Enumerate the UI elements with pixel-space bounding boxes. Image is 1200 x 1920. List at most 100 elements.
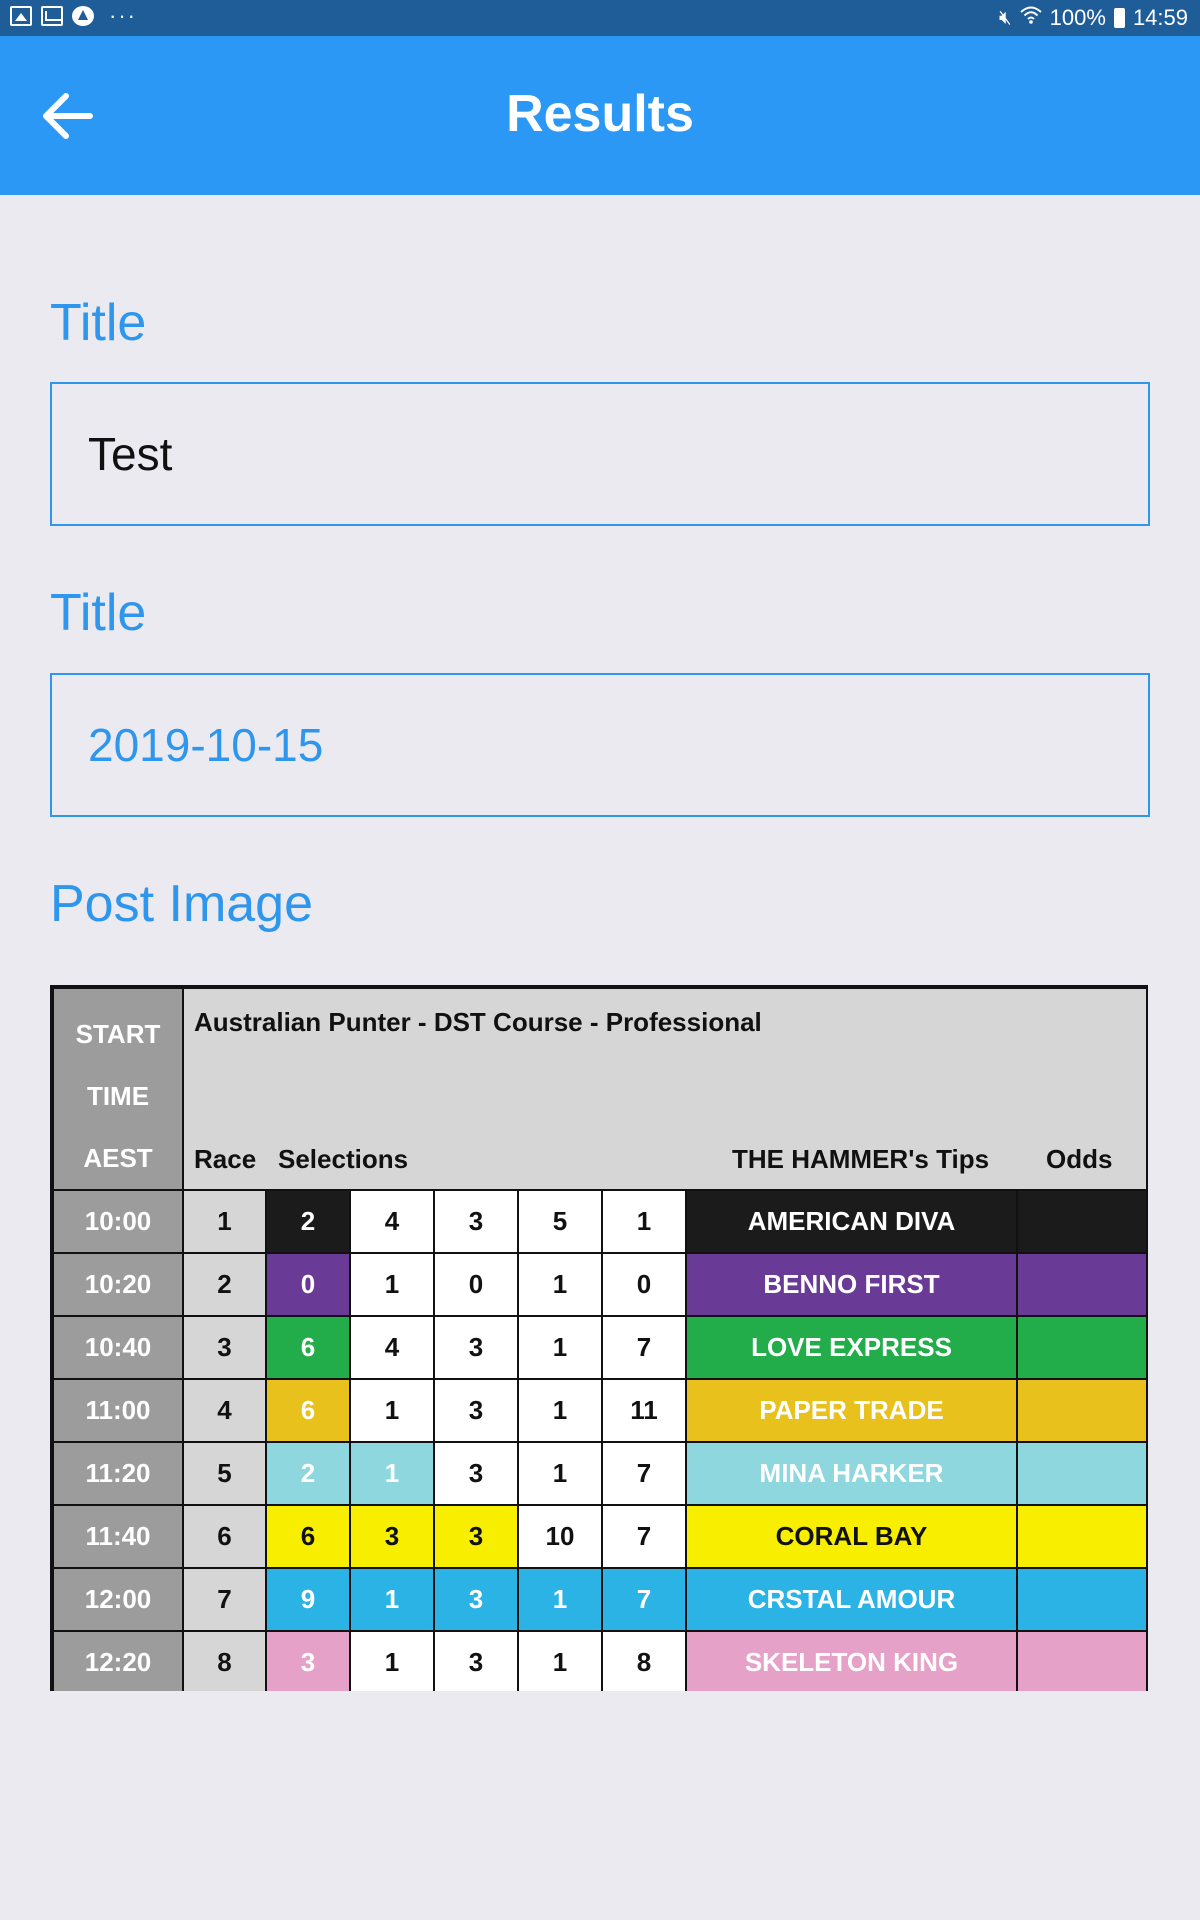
selection-cell: 1	[349, 1441, 435, 1506]
table-row: 12:00 7 9 1 3 1 7 CRSTAL AMOUR	[52, 1567, 1146, 1632]
odds-header: Odds	[1046, 1144, 1113, 1174]
tip-cell: BENNO FIRST	[685, 1252, 1018, 1317]
selection-cell: 4	[349, 1315, 435, 1380]
selection-cell: 3	[433, 1315, 519, 1380]
selection-cell: 6	[265, 1315, 351, 1380]
header-main: Australian Punter - DST Course - Profess…	[182, 987, 1146, 1191]
table-title: Australian Punter - DST Course - Profess…	[194, 1007, 762, 1037]
header-start: START	[75, 1019, 161, 1049]
race-cell: 8	[182, 1630, 267, 1691]
selection-cell: 1	[517, 1315, 603, 1380]
odds-cell	[1016, 1630, 1146, 1691]
selection-cell: 9	[265, 1567, 351, 1632]
header-time: TIME	[86, 1081, 150, 1111]
odds-cell	[1016, 1252, 1146, 1317]
selection-cell: 1	[349, 1630, 435, 1691]
selection-cell: 1	[349, 1567, 435, 1632]
battery-percent: 100%	[1049, 5, 1106, 30]
app-icon	[72, 6, 94, 26]
selection-cell: 1	[349, 1252, 435, 1317]
post-image[interactable]: START TIME AEST Australian Punter - DST …	[50, 985, 1148, 1691]
odds-cell	[1016, 1441, 1146, 1506]
race-cell: 4	[182, 1378, 267, 1443]
selection-cell: 7	[601, 1504, 687, 1569]
wifi-icon	[1019, 6, 1042, 30]
start-time-cell: 10:00	[52, 1189, 184, 1254]
selection-cell: 3	[433, 1504, 519, 1569]
table-row: 12:20 8 3 1 3 1 8 SKELETON KING	[52, 1630, 1146, 1691]
date-field-label: Title	[50, 584, 147, 642]
selection-cell: 6	[265, 1378, 351, 1443]
table-row: 11:40 6 6 3 3 10 7 CORAL BAY	[52, 1504, 1146, 1569]
title-field[interactable]: Test	[50, 382, 1150, 526]
selection-cell: 4	[349, 1189, 435, 1254]
start-time-cell: 10:20	[52, 1252, 184, 1317]
selection-cell: 1	[517, 1630, 603, 1691]
selection-cell: 1	[349, 1378, 435, 1443]
odds-cell	[1016, 1504, 1146, 1569]
selection-cell: 1	[517, 1252, 603, 1317]
table-row: 10:00 1 2 4 3 5 1 AMERICAN DIVA	[52, 1189, 1146, 1254]
race-cell: 1	[182, 1189, 267, 1254]
race-cell: 5	[182, 1441, 267, 1506]
selection-cell: 1	[517, 1441, 603, 1506]
mute-icon: 🔇︎	[999, 6, 1012, 29]
tip-cell: AMERICAN DIVA	[685, 1189, 1018, 1254]
selection-cell: 1	[517, 1378, 603, 1443]
more-notifications-icon: ···	[109, 3, 137, 28]
table-header-row: START TIME AEST Australian Punter - DST …	[52, 987, 1146, 1191]
clock: 14:59	[1132, 5, 1188, 30]
selection-cell: 3	[265, 1630, 351, 1691]
tips-header: THE HAMMER's Tips	[732, 1144, 990, 1174]
selection-cell: 3	[349, 1504, 435, 1569]
tip-cell: LOVE EXPRESS	[685, 1315, 1018, 1380]
selection-cell: 7	[601, 1315, 687, 1380]
start-time-cell: 11:40	[52, 1504, 184, 1569]
selection-cell: 6	[265, 1504, 351, 1569]
start-time-header: START TIME AEST	[52, 987, 184, 1191]
table-row: 10:40 3 6 4 3 1 7 LOVE EXPRESS	[52, 1315, 1146, 1380]
selection-cell: 3	[433, 1630, 519, 1691]
start-time-cell: 11:20	[52, 1441, 184, 1506]
selection-cell: 8	[601, 1630, 687, 1691]
start-time-cell: 10:40	[52, 1315, 184, 1380]
tip-cell: SKELETON KING	[685, 1630, 1018, 1691]
table-row: 11:00 4 6 1 3 1 11 PAPER TRADE	[52, 1378, 1146, 1443]
post-image-label: Post Image	[50, 875, 314, 933]
selection-cell: 2	[265, 1189, 351, 1254]
selection-cell: 3	[433, 1441, 519, 1506]
race-cell: 7	[182, 1567, 267, 1632]
table-row: 10:20 2 0 1 0 1 0 BENNO FIRST	[52, 1252, 1146, 1317]
mail-icon	[41, 6, 63, 26]
selection-cell: 1	[517, 1567, 603, 1632]
selection-cell: 11	[601, 1378, 687, 1443]
app-bar: Results	[0, 36, 1200, 195]
page-title: Results	[506, 85, 694, 143]
odds-cell	[1016, 1567, 1146, 1632]
status-bar: ··· 🔇︎ 100% 14:59	[0, 0, 1200, 36]
table-row: 11:20 5 2 1 3 1 7 MINA HARKER	[52, 1441, 1146, 1506]
date-field[interactable]: 2019-10-15	[50, 673, 1150, 817]
race-header: Race	[194, 1144, 257, 1174]
selection-cell: 5	[517, 1189, 603, 1254]
race-cell: 3	[182, 1315, 267, 1380]
selection-cell: 0	[601, 1252, 687, 1317]
gallery-icon	[10, 6, 32, 26]
odds-cell	[1016, 1189, 1146, 1254]
start-time-cell: 12:00	[52, 1567, 184, 1632]
start-time-cell: 12:20	[52, 1630, 184, 1691]
selection-cell: 3	[433, 1189, 519, 1254]
odds-cell	[1016, 1378, 1146, 1443]
tips-table: START TIME AEST Australian Punter - DST …	[52, 987, 1146, 1691]
selection-cell: 7	[601, 1441, 687, 1506]
tip-cell: MINA HARKER	[685, 1441, 1018, 1506]
selection-cell: 2	[265, 1441, 351, 1506]
race-cell: 6	[182, 1504, 267, 1569]
tip-cell: PAPER TRADE	[685, 1378, 1018, 1443]
selection-cell: 7	[601, 1567, 687, 1632]
tip-cell: CORAL BAY	[685, 1504, 1018, 1569]
header-aest: AEST	[83, 1143, 153, 1173]
title-field-label: Title	[50, 294, 147, 352]
selections-header: Selections	[278, 1144, 409, 1174]
selection-cell: 3	[433, 1567, 519, 1632]
